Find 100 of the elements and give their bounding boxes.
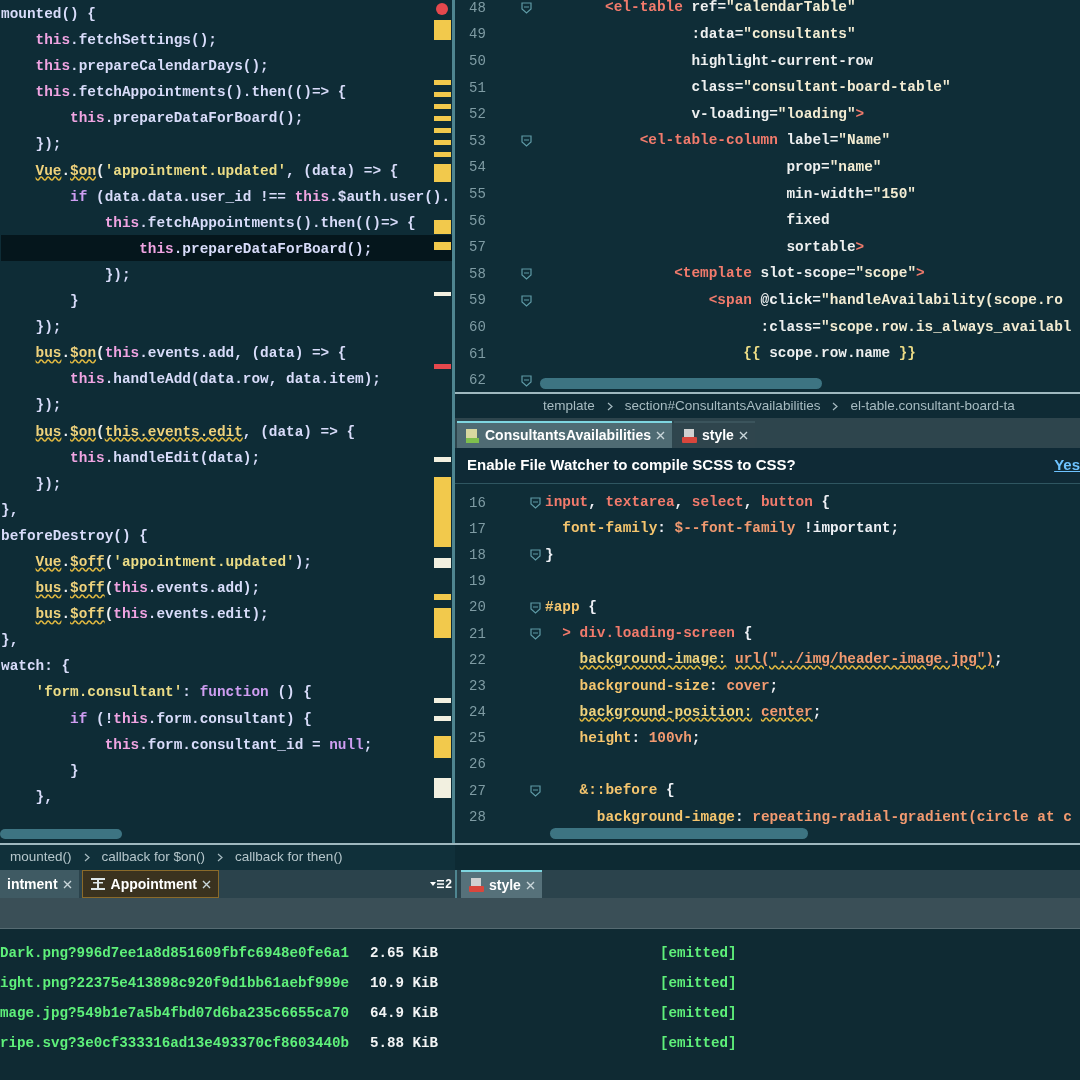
breadcrumb-item[interactable]: el-table.consultant-board-ta	[850, 395, 1015, 417]
asset-size: 5.88 KiB	[370, 1034, 440, 1054]
notification-message: Enable File Watcher to compile SCSS to CSS?	[467, 455, 796, 476]
line-number: 49	[468, 25, 487, 45]
code-line: },	[1, 631, 19, 651]
code-line: prop="name"	[785, 158, 882, 178]
tab-list-icon	[430, 879, 445, 889]
scrollbar[interactable]	[550, 828, 808, 839]
code-line: fixed	[785, 211, 830, 231]
code-line: this.fetchSettings();	[34, 31, 217, 51]
fold-icon[interactable]	[521, 2, 532, 15]
fold-icon[interactable]	[529, 628, 541, 641]
code-line: watch: {	[1, 657, 71, 677]
line-number: 20	[468, 598, 487, 618]
line-number: 56	[468, 211, 487, 231]
asset-status: [emitted]	[660, 974, 737, 994]
line-number: 58	[468, 264, 487, 284]
breadcrumb-item[interactable]: callback for then()	[235, 847, 343, 868]
tab-list-button[interactable]: 2	[430, 870, 455, 898]
line-number: 17	[468, 519, 487, 539]
asset-filename: Dark.png?996d7ee1a8d851609fbfc6948e0fe6a1	[0, 944, 351, 964]
code-line: bus.$off(this.events.edit);	[34, 605, 269, 625]
code-line: });	[34, 318, 62, 338]
line-number: 21	[468, 624, 487, 644]
yes-link[interactable]: Yes	[1054, 454, 1080, 477]
scrollbar[interactable]	[540, 378, 822, 389]
fold-icon[interactable]	[529, 549, 541, 562]
code-line: background-position: center;	[578, 702, 822, 722]
code-line: Vue.$off('appointment.updated');	[34, 552, 312, 572]
editor-tab[interactable]: intment	[0, 870, 79, 898]
code-line: mounted() {	[1, 5, 96, 24]
asset-status: [emitted]	[660, 944, 737, 964]
code-line: bus.$off(this.events.add);	[34, 579, 261, 599]
code-line: this.form.consultant_id = null;	[103, 735, 373, 755]
code-line: this.handleAdd(data.row, data.item);	[69, 370, 381, 390]
line-number: 16	[468, 493, 487, 513]
fold-icon[interactable]	[529, 601, 541, 614]
code-line: font-family: $--font-family !important;	[561, 519, 900, 539]
line-number: 28	[468, 807, 487, 827]
asset-filename: ripe.svg?3e0cf333316ad13e493370cf8603440b	[0, 1034, 351, 1054]
code-line: <span @click="handleAvailability(scope.ro	[707, 291, 1063, 310]
code-line: this.fetchAppointments().then(()=> {	[103, 213, 416, 233]
close-icon[interactable]	[655, 431, 665, 440]
scrollbar[interactable]	[0, 829, 122, 839]
code-line: background-image: repeating-radial-gradient(circle at c	[595, 807, 1072, 827]
fold-icon[interactable]	[521, 374, 532, 387]
editor-tab[interactable]: Appointment	[81, 870, 219, 898]
line-number: 26	[468, 755, 487, 775]
line-number: 23	[468, 676, 487, 696]
fold-icon[interactable]	[521, 135, 532, 148]
code-line: beforeDestroy() {	[1, 526, 148, 546]
code-line: <el-table-column label="Name"	[638, 131, 891, 151]
code-line: :class="scope.row.is_always_availabl	[759, 317, 1072, 337]
line-number: 19	[468, 572, 487, 592]
code-line: background-image: url("../img/header-image.jpg");	[578, 650, 1003, 670]
editor-tab[interactable]: style	[461, 870, 542, 898]
breadcrumb-item[interactable]: callback for $on()	[101, 847, 206, 868]
code-line: });	[34, 474, 62, 494]
line-number: 50	[468, 52, 487, 71]
line-number: 48	[468, 0, 487, 18]
line-number: 62	[468, 371, 487, 391]
close-icon[interactable]	[62, 879, 72, 889]
fold-icon[interactable]	[521, 268, 532, 281]
file-icon	[468, 877, 484, 893]
code-line: }	[545, 545, 554, 565]
breadcrumb-item[interactable]: section#ConsultantsAvailabilities	[624, 395, 821, 417]
chevron-icon	[606, 401, 613, 411]
asset-size: 64.9 KiB	[370, 1004, 440, 1024]
code-line: &::before {	[578, 781, 675, 801]
breadcrumb-item[interactable]: mounted()	[10, 847, 72, 868]
code-line: }	[69, 761, 79, 781]
code-line: > div.loading-screen {	[561, 624, 753, 644]
editor-tab[interactable]: ConsultantsAvailabilities	[457, 421, 672, 448]
close-icon[interactable]	[738, 431, 748, 440]
chevron-icon	[83, 853, 90, 862]
code-line: Vue.$on('appointment.updated', (data) => {	[34, 161, 399, 181]
file-icon	[464, 427, 480, 444]
code-line: highlight-current-row	[690, 51, 873, 71]
code-line: bus.$on(this.events.add, (data) => {	[34, 344, 347, 364]
close-icon[interactable]	[201, 879, 211, 889]
line-number: 51	[468, 78, 487, 98]
code-line: 'form.consultant': function () {	[34, 683, 312, 703]
code-line: this.prepareDataForBoard();	[69, 109, 304, 129]
fold-icon[interactable]	[529, 785, 541, 798]
code-line: input, textarea, select, button {	[545, 493, 831, 513]
code-line: background-size: cover;	[578, 676, 779, 696]
fold-icon[interactable]	[521, 294, 532, 307]
component-icon	[89, 876, 106, 892]
code-line: v-loading="loading">	[690, 104, 865, 124]
code-line: {{ scope.row.name }}	[742, 344, 916, 364]
fold-icon[interactable]	[529, 497, 541, 510]
asset-size: 10.9 KiB	[370, 974, 440, 994]
chevron-icon	[217, 853, 224, 862]
code-line: <template slot-scope="scope">	[673, 264, 925, 284]
line-number: 27	[468, 781, 487, 801]
code-line: if (data.data.user_id !== this.$auth.user().	[69, 187, 451, 207]
breadcrumb-item[interactable]: template	[543, 395, 595, 417]
line-number: 55	[468, 184, 487, 204]
line-number: 57	[468, 238, 487, 258]
code-line: this.fetchAppointments().then(()=> {	[34, 83, 347, 103]
